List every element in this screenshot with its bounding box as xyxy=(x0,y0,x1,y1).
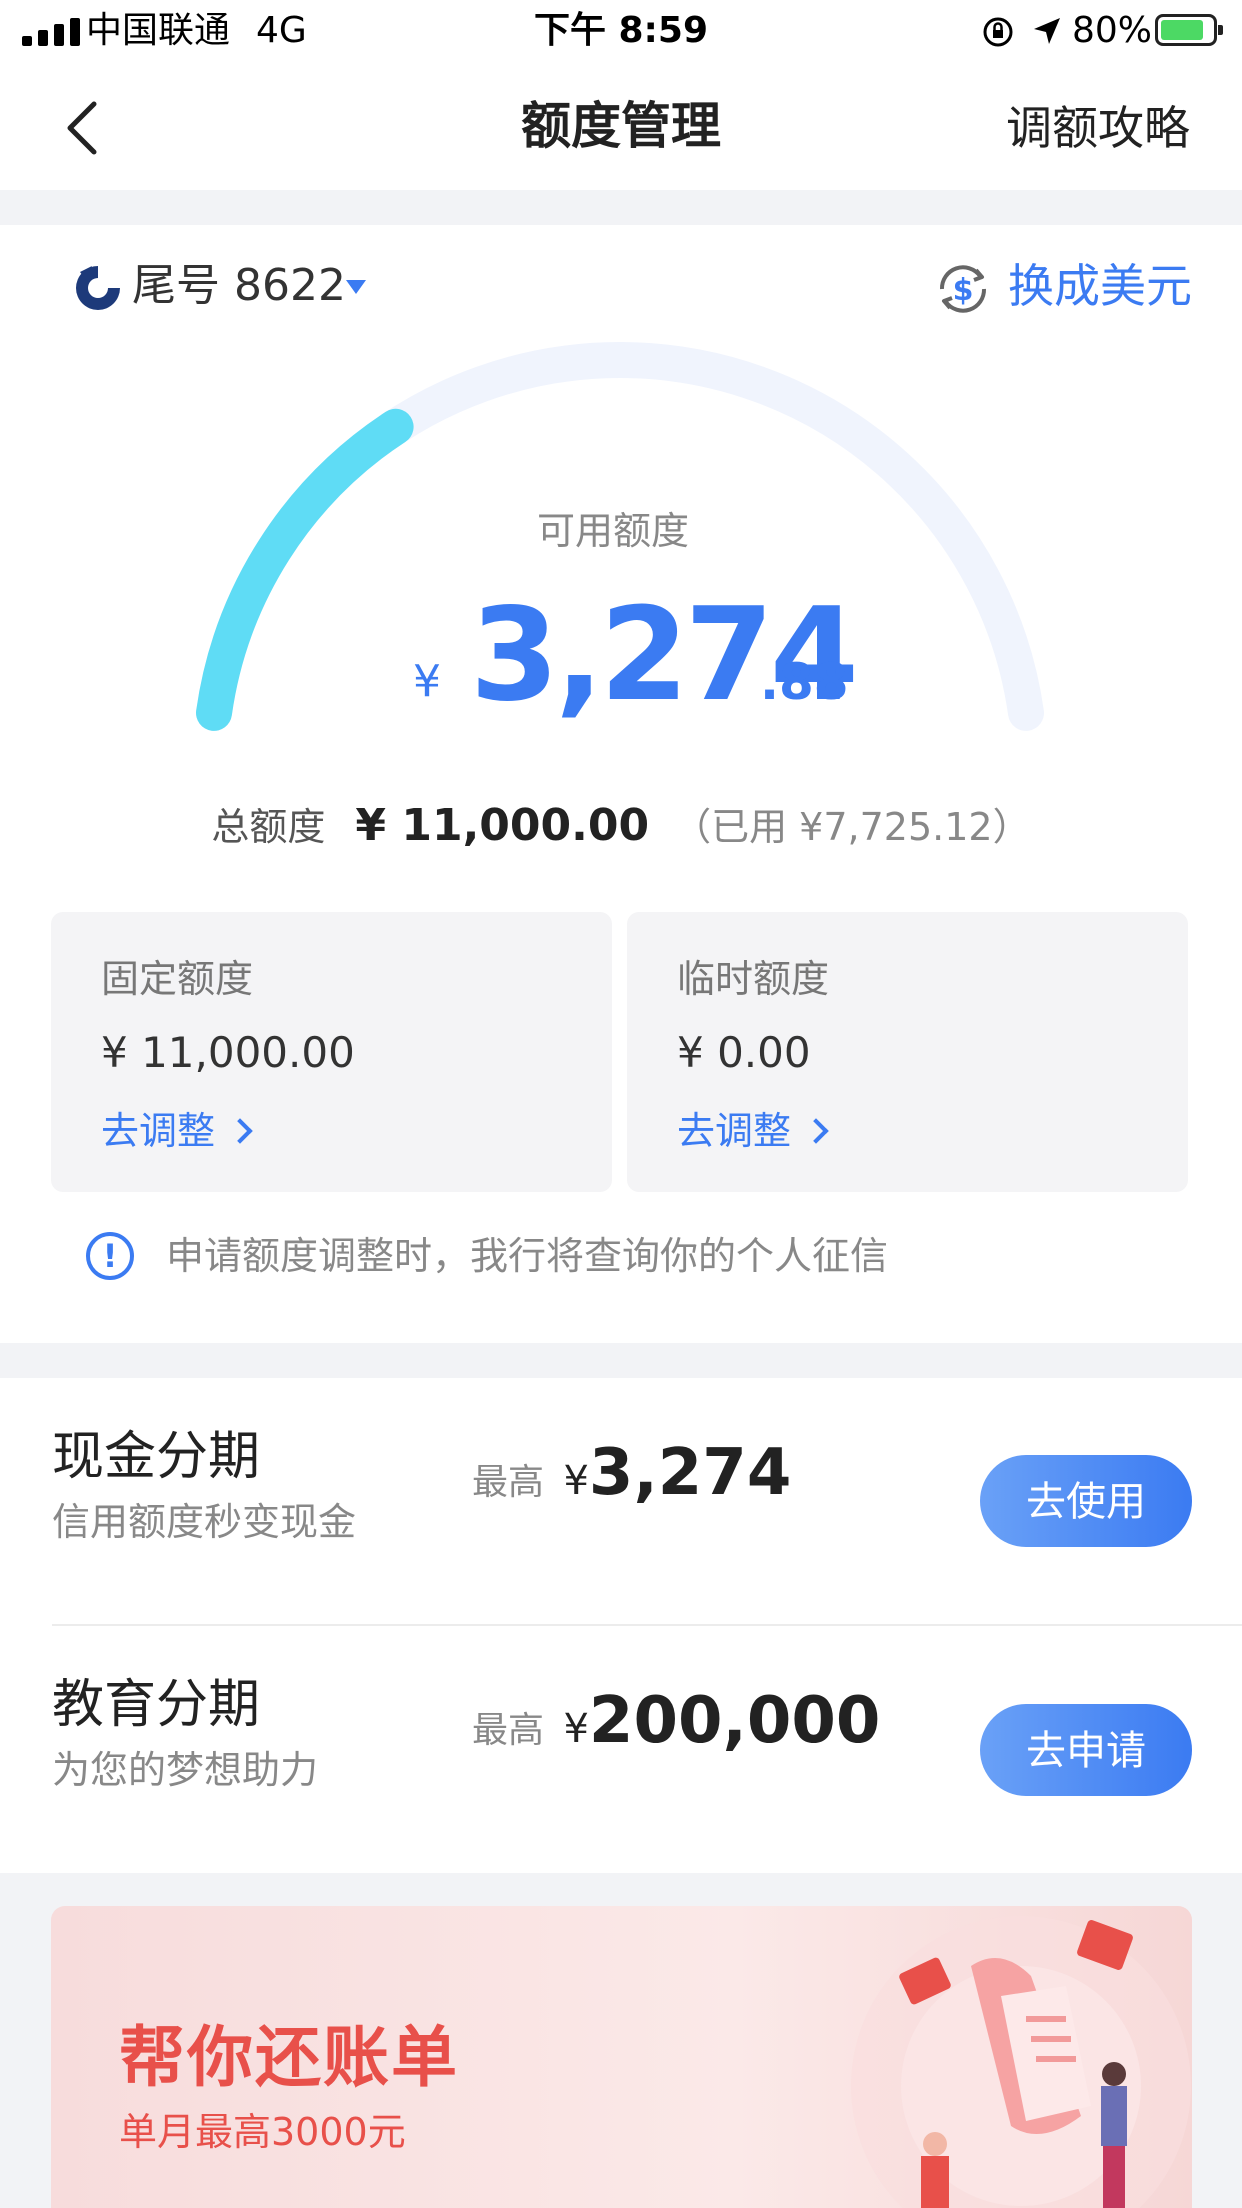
limit-guide-link[interactable]: 调额攻略 xyxy=(1006,96,1190,160)
banner-title: 帮你还账单 xyxy=(119,2019,459,2096)
adjust-temp-limit-link[interactable]: 去调整 xyxy=(677,1104,829,1158)
total-limit-value: ¥ 11,000.00 xyxy=(355,800,650,851)
fixed-limit-card: 固定额度 ¥ 11,000.00 去调整 xyxy=(51,912,612,1192)
max-label: 最高 xyxy=(472,1710,545,1751)
temp-limit-value: ¥ 0.00 xyxy=(677,1028,811,1077)
temp-limit-title: 临时额度 xyxy=(677,957,830,1001)
info-icon: ! xyxy=(86,1232,134,1280)
fixed-limit-value: ¥ 11,000.00 xyxy=(101,1028,355,1077)
repay-bill-banner[interactable]: 帮你还账单 单月最高3000元 xyxy=(51,1906,1192,2208)
total-limit-row: 总额度 ¥ 11,000.00 （已用 ¥7,725.12） xyxy=(0,796,1242,865)
education-installment-subtitle: 为您的梦想助力 xyxy=(52,1748,319,1792)
cash-installment-amount: 3,274 xyxy=(588,1436,792,1510)
used-amount: （已用 ¥7,725.12） xyxy=(673,805,1031,849)
cash-installment-max: 最高 ¥3,274 xyxy=(472,1436,791,1510)
orientation-lock-icon xyxy=(983,17,1013,47)
bank-logo-icon xyxy=(76,266,120,310)
location-arrow-icon xyxy=(1034,18,1060,44)
divider xyxy=(52,1624,1242,1626)
banner-subtitle: 单月最高3000元 xyxy=(119,2110,406,2154)
battery-percent: 80% xyxy=(1072,10,1153,51)
banner-illustration xyxy=(851,1916,1191,2208)
status-bar: 中国联通 4G 下午 8:59 80% xyxy=(0,0,1242,62)
education-installment-title: 教育分期 xyxy=(52,1675,261,1735)
currency-symbol: ¥ xyxy=(563,1706,589,1752)
battery-icon xyxy=(1155,14,1223,46)
use-cash-installment-button[interactable]: 去使用 xyxy=(980,1455,1192,1547)
chevron-right-icon xyxy=(227,1118,253,1144)
apply-education-installment-button[interactable]: 去申请 xyxy=(980,1704,1192,1796)
available-limit-label: 可用额度 xyxy=(536,509,689,553)
education-installment-amount: 200,000 xyxy=(588,1684,881,1758)
chevron-right-icon xyxy=(803,1118,829,1144)
gauge-fill xyxy=(196,408,414,731)
credit-check-notice: 申请额度调整时，我行将查询你的个人征信 xyxy=(166,1234,889,1278)
available-amount-decimal: .88 xyxy=(760,653,849,711)
adjust-fixed-label: 去调整 xyxy=(101,1109,216,1153)
total-limit-label: 总额度 xyxy=(211,805,326,849)
cash-installment-title: 现金分期 xyxy=(52,1427,261,1487)
adjust-fixed-limit-link[interactable]: 去调整 xyxy=(101,1104,253,1158)
fixed-limit-title: 固定额度 xyxy=(101,957,254,1001)
currency-symbol: ¥ xyxy=(563,1458,589,1504)
available-currency: ¥ xyxy=(413,656,441,707)
max-label: 最高 xyxy=(472,1462,545,1503)
cash-installment-subtitle: 信用额度秒变现金 xyxy=(52,1500,357,1544)
temp-limit-card: 临时额度 ¥ 0.00 去调整 xyxy=(627,912,1188,1192)
education-installment-max: 最高 ¥200,000 xyxy=(472,1684,880,1758)
adjust-temp-label: 去调整 xyxy=(677,1109,792,1153)
